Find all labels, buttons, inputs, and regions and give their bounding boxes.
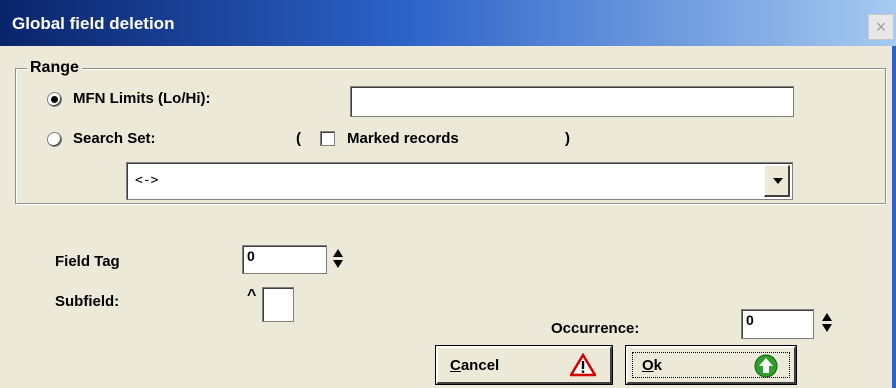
range-legend: Range [27, 59, 82, 77]
spin-down-icon[interactable] [333, 260, 343, 268]
search-set-label[interactable]: Search Set: [73, 130, 156, 147]
mfn-limits-radio[interactable] [47, 92, 62, 107]
paren-close: ) [565, 130, 570, 147]
warning-icon [570, 353, 596, 377]
search-set-radio[interactable] [47, 132, 62, 147]
ok-button[interactable]: Ok [625, 345, 797, 385]
occurrence-input[interactable]: 0 [741, 309, 814, 339]
subfield-input[interactable] [262, 287, 294, 322]
green-up-arrow-icon [754, 354, 778, 378]
cancel-button-label: Cancel [450, 357, 500, 374]
occurrence-label: Occurrence: [551, 320, 640, 337]
subfield-label: Subfield: [55, 293, 120, 310]
field-tag-label: Field Tag [55, 253, 120, 270]
global-field-deletion-dialog: Global field deletion × Range MFN Limits… [0, 0, 896, 388]
close-icon: × [875, 17, 887, 37]
field-tag-spinner[interactable] [331, 246, 345, 272]
spin-up-icon[interactable] [822, 313, 832, 321]
window-title: Global field deletion [12, 14, 175, 33]
spin-up-icon[interactable] [333, 249, 343, 257]
close-button[interactable]: × [868, 14, 894, 40]
title-bar[interactable]: Global field deletion × [0, 0, 896, 46]
marked-records-label[interactable]: Marked records [347, 130, 459, 147]
spin-down-icon[interactable] [822, 324, 832, 332]
search-set-value: <-> [135, 173, 159, 188]
paren-open: ( [296, 130, 301, 147]
mfn-limits-label[interactable]: MFN Limits (Lo/Hi): [73, 90, 210, 107]
field-tag-input[interactable]: 0 [242, 245, 327, 274]
search-set-combobox[interactable]: <-> [126, 162, 793, 200]
combo-dropdown-button[interactable] [764, 165, 790, 197]
ok-button-label: Ok [642, 357, 663, 374]
occurrence-spinner[interactable] [820, 310, 834, 336]
window-border [892, 46, 896, 388]
marked-records-checkbox[interactable] [320, 131, 335, 146]
subfield-caret: ^ [247, 287, 257, 304]
cancel-button[interactable]: Cancel [435, 345, 613, 385]
mfn-limits-input[interactable] [350, 86, 794, 117]
